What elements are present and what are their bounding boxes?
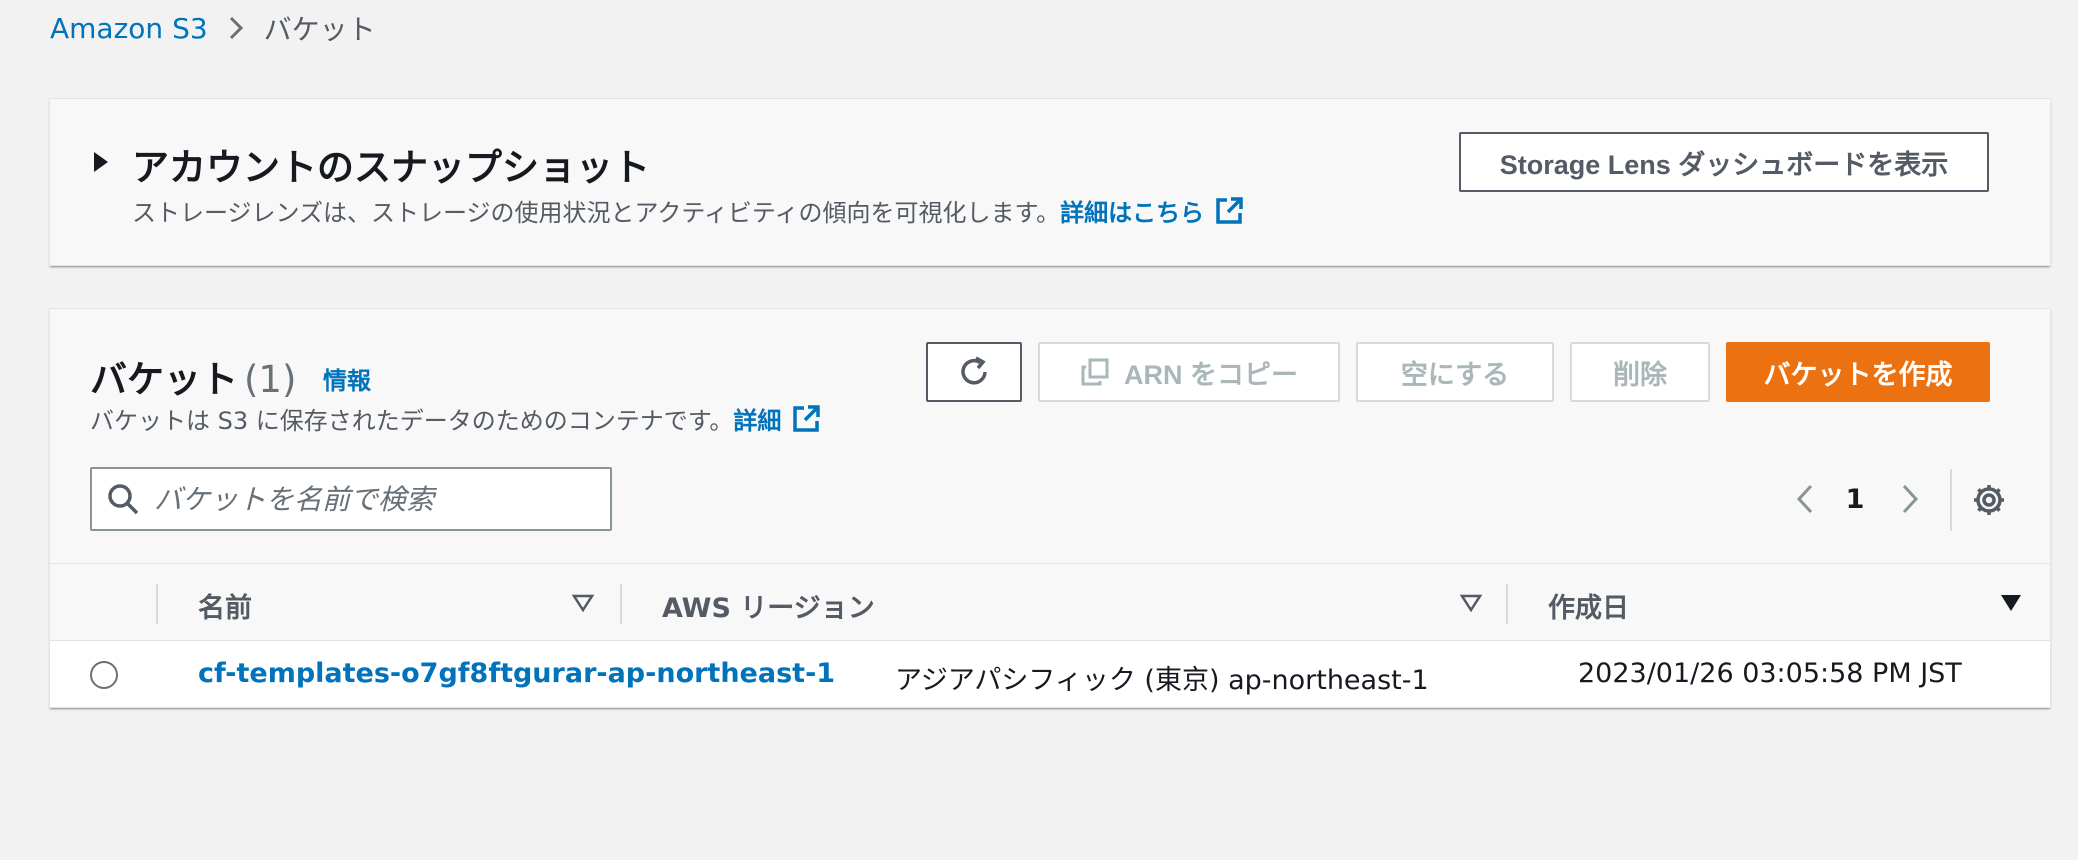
bucket-search-input[interactable] — [154, 482, 574, 516]
buckets-title: バケット (1) — [90, 349, 296, 403]
table-header: 名前 AWS リージョン 作成日 — [50, 563, 2050, 641]
snapshot-title[interactable]: アカウントのスナップショット — [132, 137, 650, 191]
row-select-radio[interactable] — [90, 661, 118, 689]
copy-icon — [1080, 357, 1110, 387]
column-header-name[interactable]: 名前 — [198, 586, 252, 625]
buckets-panel: バケット (1) 情報 バケットは S3 に保存されたデータのためのコンテナです。… — [49, 308, 2051, 708]
caret-right-icon[interactable] — [90, 149, 112, 175]
bucket-region: アジアパシフィック (東京) ap-northeast-1 — [895, 665, 1429, 696]
snapshot-description: ストレージレンズは、ストレージの使用状況とアクティビティの傾向を可視化します。 … — [132, 193, 1244, 228]
refresh-icon — [956, 354, 992, 390]
chevron-right-icon[interactable] — [1890, 477, 1930, 521]
buckets-description-text: バケットは S3 に保存されたデータのためのコンテナです。 — [90, 407, 734, 435]
chevron-left-icon[interactable] — [1785, 477, 1825, 521]
account-snapshot-panel: アカウントのスナップショット ストレージレンズは、ストレージの使用状況とアクティ… — [49, 98, 2051, 266]
sort-down-icon[interactable] — [1998, 590, 2024, 616]
snapshot-description-text: ストレージレンズは、ストレージの使用状況とアクティビティの傾向を可視化します。 — [132, 199, 1061, 227]
search-icon — [106, 482, 140, 516]
column-divider — [620, 584, 622, 624]
column-divider — [156, 584, 158, 624]
snapshot-details-link[interactable]: 詳細はこちら — [1060, 193, 1204, 228]
create-bucket-button[interactable]: バケットを作成 — [1726, 342, 1990, 402]
column-divider — [1506, 584, 1508, 624]
pagination-current-page[interactable]: 1 — [1835, 479, 1875, 519]
storage-lens-dashboard-button[interactable]: Storage Lens ダッシュボードを表示 — [1459, 132, 1989, 192]
buckets-description: バケットは S3 に保存されたデータのためのコンテナです。 詳細 — [90, 401, 821, 436]
column-header-region[interactable]: AWS リージョン — [662, 586, 875, 625]
bucket-name-link[interactable]: cf-templates-o7gf8ftgurar-ap-northeast-1 — [198, 658, 835, 689]
bucket-search — [90, 467, 612, 531]
buckets-title-text: バケット — [90, 358, 238, 401]
breadcrumb-amazon-s3[interactable]: Amazon S3 — [50, 12, 208, 45]
breadcrumb-current: バケット — [263, 13, 376, 46]
empty-bucket-button[interactable]: 空にする — [1356, 342, 1554, 402]
delete-bucket-button[interactable]: 削除 — [1570, 342, 1710, 402]
copy-arn-button[interactable]: ARN をコピー — [1038, 342, 1340, 402]
bucket-created-date: 2023/01/26 03:05:58 PM JST — [1578, 658, 1962, 689]
table-row[interactable]: cf-templates-o7gf8ftgurar-ap-northeast-1… — [50, 641, 2050, 707]
info-link[interactable]: 情報 — [323, 361, 371, 396]
copy-arn-label: ARN をコピー — [1124, 359, 1298, 390]
external-link-icon[interactable] — [1214, 196, 1244, 226]
breadcrumb: Amazon S3 バケット — [50, 8, 376, 48]
external-link-icon[interactable] — [791, 404, 821, 434]
gear-icon[interactable] — [1966, 477, 2012, 523]
refresh-button[interactable] — [926, 342, 1022, 402]
pager-divider — [1950, 469, 1952, 531]
buckets-details-link[interactable]: 詳細 — [733, 401, 781, 436]
sort-down-icon[interactable] — [570, 590, 596, 616]
sort-down-icon[interactable] — [1458, 590, 1484, 616]
chevron-right-icon — [228, 15, 244, 41]
buckets-count: (1) — [244, 358, 297, 401]
column-header-created[interactable]: 作成日 — [1548, 586, 1629, 625]
